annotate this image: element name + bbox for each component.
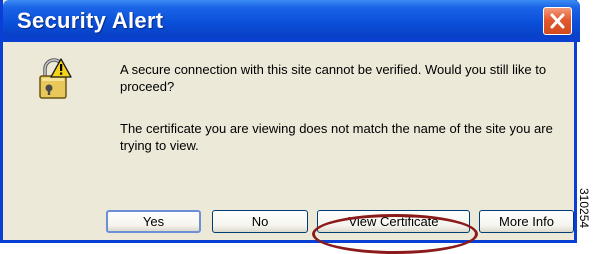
dialog-body: A secure connection with this site canno… (6, 42, 577, 254)
yes-button[interactable]: Yes (106, 210, 201, 233)
more-info-button[interactable]: More Info (479, 210, 574, 233)
figure-id-text: 310254 (577, 188, 591, 229)
dialog-title: Security Alert (17, 8, 164, 33)
view-certificate-button[interactable]: View Certificate (317, 210, 470, 233)
primary-message: A secure connection with this site canno… (120, 62, 547, 94)
security-lock-warning-icon (39, 58, 72, 99)
title-bar[interactable]: Security Alert (3, 0, 580, 42)
figure-id: 310254 (577, 188, 595, 246)
no-button[interactable]: No (212, 210, 308, 233)
security-alert-dialog: Security Alert A secure connection with … (0, 0, 580, 254)
close-icon (550, 13, 565, 29)
close-button[interactable] (543, 7, 572, 35)
secondary-message: The certificate you are viewing does not… (120, 121, 553, 153)
